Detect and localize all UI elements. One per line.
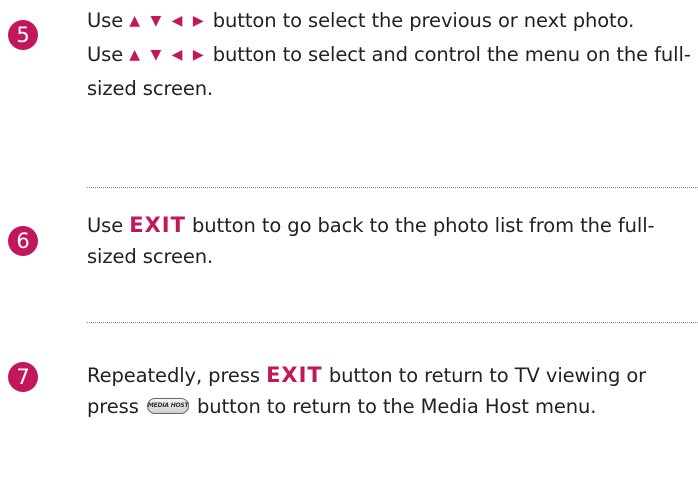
step-6-before: Use [87, 214, 130, 237]
step-7-paragraph: Repeatedly, press EXIT button to return … [87, 360, 692, 422]
exit-keyword: EXIT [129, 213, 186, 237]
step-7-before: Repeatedly, press [87, 364, 267, 387]
step-5-p1-before: Use [87, 9, 130, 32]
media-host-button-icon: MEDIA HOST [146, 397, 189, 414]
step-6-paragraph: Use EXIT button to go back to the photo … [87, 210, 692, 272]
step-5-p2-before: Use [87, 43, 130, 66]
step-number-badge: 7 [8, 362, 38, 392]
step-5-text: Use ▲ ▼ ◀ ▶ button to select the previou… [87, 5, 692, 104]
step-7-text: Repeatedly, press EXIT button to return … [87, 360, 692, 422]
media-host-icon-label: MEDIA HOST [147, 401, 189, 409]
step-6-text: Use EXIT button to go back to the photo … [87, 210, 692, 272]
section-divider [87, 322, 698, 323]
step-7-after: button to return to the Media Host menu. [190, 395, 597, 418]
step-5-paragraph-2: Use ▲ ▼ ◀ ▶ button to select and control… [87, 39, 692, 104]
arrow-keys-icon: ▲ ▼ ◀ ▶ [129, 13, 207, 29]
step-number-badge: 6 [8, 226, 38, 256]
arrow-keys-icon: ▲ ▼ ◀ ▶ [129, 47, 207, 63]
step-number-badge: 5 [8, 20, 38, 50]
section-divider [87, 187, 698, 188]
step-5-paragraph-1: Use ▲ ▼ ◀ ▶ button to select the previou… [87, 5, 692, 39]
exit-keyword: EXIT [266, 363, 323, 387]
step-5-p1-after: button to select the previous or next ph… [206, 9, 635, 32]
